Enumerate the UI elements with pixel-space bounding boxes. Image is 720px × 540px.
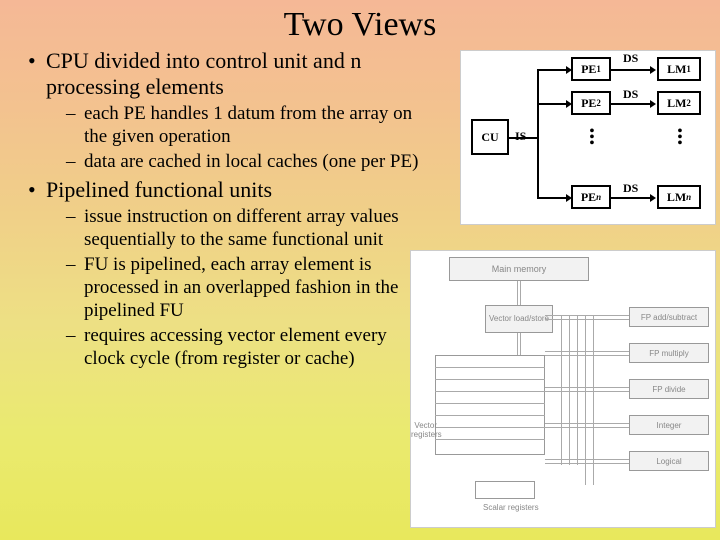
- pe-box: PE1: [571, 57, 611, 81]
- slide-body: • CPU divided into control unit and n pr…: [0, 44, 438, 370]
- sub-bullet: requires accessing vector element every …: [84, 324, 430, 370]
- lm-box: LM1: [657, 57, 701, 81]
- fu-box: FP divide: [629, 379, 709, 399]
- sub-bullet: each PE handles 1 datum from the array o…: [84, 102, 430, 148]
- fu-box: Logical: [629, 451, 709, 471]
- sub-bullet: FU is pipelined, each array element is p…: [84, 253, 430, 322]
- vector-ls-box: Vector load/store: [485, 305, 553, 333]
- ds-label: DS: [623, 51, 638, 66]
- dash-icon: –: [66, 150, 84, 173]
- diagram-vector-pipeline: Main memory Vector load/store Vector reg…: [410, 250, 716, 528]
- pe-box: PEn: [571, 185, 611, 209]
- bullet-icon: •: [28, 48, 46, 74]
- dash-icon: –: [66, 102, 84, 125]
- fu-box: Integer: [629, 415, 709, 435]
- vector-reg-label: Vector registers: [411, 421, 437, 439]
- bullet-text: Pipelined functional units: [46, 177, 430, 203]
- pe-box: PE2: [571, 91, 611, 115]
- sub-bullet: issue instruction on different array val…: [84, 205, 430, 251]
- fu-box: FP add/subtract: [629, 307, 709, 327]
- diagram-simd-array: CU IS PE1 DS LM1 PE2 DS LM2 ••• ••• PEn …: [460, 50, 716, 225]
- lm-box: LMn: [657, 185, 701, 209]
- sub-bullet: data are cached in local caches (one per…: [84, 150, 430, 173]
- vector-registers: [435, 355, 545, 455]
- ds-label: DS: [623, 181, 638, 196]
- lm-box: LM2: [657, 91, 701, 115]
- scalar-registers: [475, 481, 535, 499]
- dash-icon: –: [66, 205, 84, 228]
- bullet-text: CPU divided into control unit and n proc…: [46, 48, 430, 100]
- main-memory-box: Main memory: [449, 257, 589, 281]
- dash-icon: –: [66, 324, 84, 347]
- scalar-reg-label: Scalar registers: [483, 503, 539, 512]
- dash-icon: –: [66, 253, 84, 276]
- ds-label: DS: [623, 87, 638, 102]
- cu-box: CU: [471, 119, 509, 155]
- slide-title: Two Views: [0, 0, 720, 44]
- bullet-icon: •: [28, 177, 46, 203]
- fu-box: FP multiply: [629, 343, 709, 363]
